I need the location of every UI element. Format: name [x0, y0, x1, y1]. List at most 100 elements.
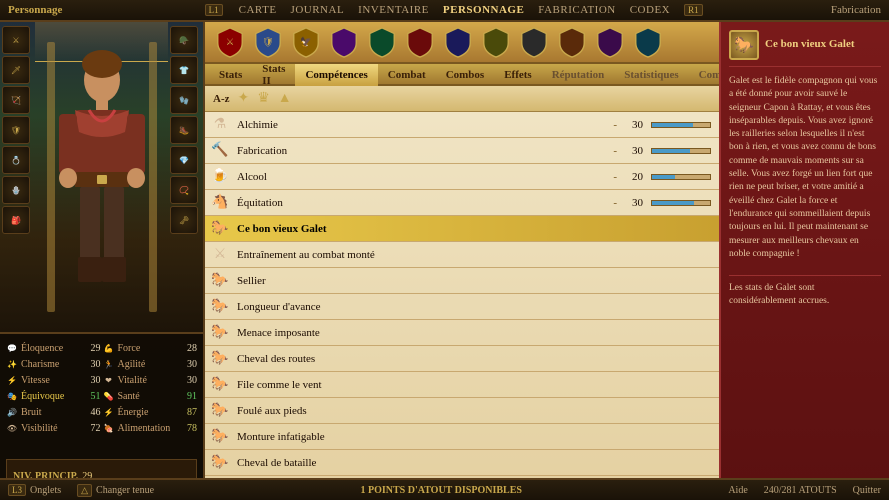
item-slot[interactable]: 🧤 [170, 86, 198, 114]
shield-item-1[interactable]: ⚔ [213, 25, 247, 59]
skill-row-11[interactable]: 🐎Foulé aux pieds [205, 398, 719, 424]
shield-item-7[interactable] [441, 25, 475, 59]
tab-effets[interactable]: Effets [494, 64, 542, 86]
stat-force-icon: 💪 [103, 342, 115, 354]
nav-item-personnage[interactable]: PERSONNAGE [443, 4, 524, 16]
skill-row-12[interactable]: 🐎Monture infatigable [205, 424, 719, 450]
shield-item-2[interactable]: 🛡 [251, 25, 285, 59]
stat-vitalite-value: 30 [177, 375, 197, 386]
tab-reputation[interactable]: Réputation [542, 64, 615, 86]
kbd-onglets: L3 [8, 484, 26, 496]
stat-visibilite: 👁 Visibilité 72 [6, 420, 101, 436]
stat-bruit-label: Bruit [21, 407, 78, 418]
skill-row-10[interactable]: 🐎File comme le vent [205, 372, 719, 398]
skill-icon-9: 🐎 [209, 348, 231, 370]
item-slot[interactable]: 🥾 [170, 116, 198, 144]
item-slot[interactable]: 🗝 [170, 206, 198, 234]
skill-row-6[interactable]: 🐎Sellier [205, 268, 719, 294]
shield-item-6[interactable] [403, 25, 437, 59]
skill-row-9[interactable]: 🐎Cheval des routes [205, 346, 719, 372]
stat-vitalite-icon: ❤ [103, 374, 115, 386]
skill-row-3[interactable]: 🐴Équitation-30 [205, 190, 719, 216]
skills-filter-row: A-z ✦ ♛ ▲ [205, 86, 719, 112]
nav-left-title: Personnage [8, 4, 62, 16]
skill-row-0[interactable]: ⚗Alchimie-30 [205, 112, 719, 138]
skill-icon-10: 🐎 [209, 374, 231, 396]
bottom-btn-tenue[interactable]: △ Changer tenue [77, 484, 154, 497]
shield-item-5[interactable] [365, 25, 399, 59]
stat-force-label: Force [118, 343, 175, 354]
stat-equivoque: 🎭 Équivoque 51 [6, 388, 101, 404]
tab-combat[interactable]: Combat [378, 64, 436, 86]
skill-name-6: Sellier [237, 275, 711, 287]
item-slot[interactable]: 📿 [170, 176, 198, 204]
skill-row-4[interactable]: 🐎Ce bon vieux Galet [205, 216, 719, 242]
skill-row-7[interactable]: 🐎Longueur d'avance [205, 294, 719, 320]
skill-row-8[interactable]: 🐎 Menace imposante [205, 320, 719, 346]
tab-stats[interactable]: Stats [209, 64, 252, 86]
shield-item-8[interactable] [479, 25, 513, 59]
shield-item-3[interactable]: 🦅 [289, 25, 323, 59]
kbd-tenue: △ [77, 484, 92, 497]
nav-right-label: Fabrication [831, 4, 881, 16]
skill-name-1: Fabrication [237, 145, 613, 157]
bottom-btn-aide[interactable]: Aide [728, 485, 747, 496]
right-item-slots: 🪖 👕 🧤 🥾 💎 📿 🗝 [168, 22, 203, 332]
skill-row-1[interactable]: 🔨Fabrication-30 [205, 138, 719, 164]
shield-item-11[interactable] [593, 25, 627, 59]
character-silhouette [47, 42, 157, 312]
tab-stats-2[interactable]: Stats II [252, 64, 295, 86]
stat-energie-label: Énergie [118, 407, 175, 418]
stat-vitesse: ⚡ Vitesse 30 [6, 372, 101, 388]
right-stats: 💪 Force 28 🏃 Agilité 30 ❤ Vitalité 30 💊 … [103, 340, 198, 455]
skill-dash-2: - [613, 171, 617, 183]
skill-icon-8: 🐎 [209, 322, 231, 344]
shield-item-10[interactable] [555, 25, 589, 59]
bottom-btn-onglets[interactable]: L3 Onglets [8, 484, 61, 496]
stat-agilite-value: 30 [177, 359, 197, 370]
skill-bar-container-0 [651, 122, 711, 128]
shield-item-9[interactable] [517, 25, 551, 59]
filter-icon-star[interactable]: ✦ [238, 90, 250, 107]
tab-compagnons[interactable]: Compagnons [689, 64, 719, 86]
tab-combos[interactable]: Combos [436, 64, 495, 86]
shield-item-4[interactable] [327, 25, 361, 59]
stat-vitalite-label: Vitalité [118, 375, 175, 386]
detail-description: Galet est le fidèle compagnon qui vous a… [729, 75, 881, 261]
skill-name-11: Foulé aux pieds [237, 405, 711, 417]
stat-bruit: 🔊 Bruit 46 [6, 404, 101, 420]
skill-icon-1: 🔨 [209, 140, 231, 162]
stat-agilite: 🏃 Agilité 30 [103, 356, 198, 372]
skill-row-5[interactable]: ⚔Entraînement au combat monté [205, 242, 719, 268]
stat-alimentation-label: Alimentation [118, 423, 175, 434]
skill-name-8: Menace imposante [237, 327, 711, 339]
stat-sante-icon: 💊 [103, 390, 115, 402]
bottom-status-bar: L3 Onglets △ Changer tenue 1 POINTS D'AT… [0, 478, 889, 500]
nav-item-journal[interactable]: JOURNAL [291, 4, 345, 16]
skill-row-13[interactable]: 🐎Cheval de bataille [205, 450, 719, 476]
item-slot[interactable]: 🪖 [170, 26, 198, 54]
skill-row-2[interactable]: 🍺Alcool-20 [205, 164, 719, 190]
stat-alimentation-icon: 🍖 [103, 422, 115, 434]
item-slot[interactable]: 💎 [170, 146, 198, 174]
shield-item-12[interactable] [631, 25, 665, 59]
left-stats: 💬 Éloquence 29 ✨ Charisme 30 ⚡ Vitesse 3… [6, 340, 101, 455]
tab-statistiques[interactable]: Statistiques [614, 64, 688, 86]
bottom-btn-quitter[interactable]: Quitter [853, 485, 881, 496]
skill-dash-3: - [613, 197, 617, 209]
skill-name-3: Équitation [237, 197, 613, 209]
skill-icon-12: 🐎 [209, 426, 231, 448]
shield-row: ⚔ 🛡 🦅 [205, 22, 719, 64]
nav-item-inventaire[interactable]: INVENTAIRE [358, 4, 429, 16]
skill-bar-container-1 [651, 148, 711, 154]
filter-icon-crown[interactable]: ♛ [257, 90, 270, 107]
nav-item-codex[interactable]: CODEX [630, 4, 670, 16]
filter-icon-arrow[interactable]: ▲ [278, 91, 292, 107]
item-slot[interactable]: 👕 [170, 56, 198, 84]
tab-competences[interactable]: Compétences [295, 64, 377, 86]
nav-item-fabrication[interactable]: FABRICATION [538, 4, 615, 16]
nav-item-carte[interactable]: CARTE [239, 4, 277, 16]
skill-icon-7: 🐎 [209, 296, 231, 318]
label-aide: Aide [728, 485, 747, 496]
svg-text:🦅: 🦅 [300, 36, 312, 48]
